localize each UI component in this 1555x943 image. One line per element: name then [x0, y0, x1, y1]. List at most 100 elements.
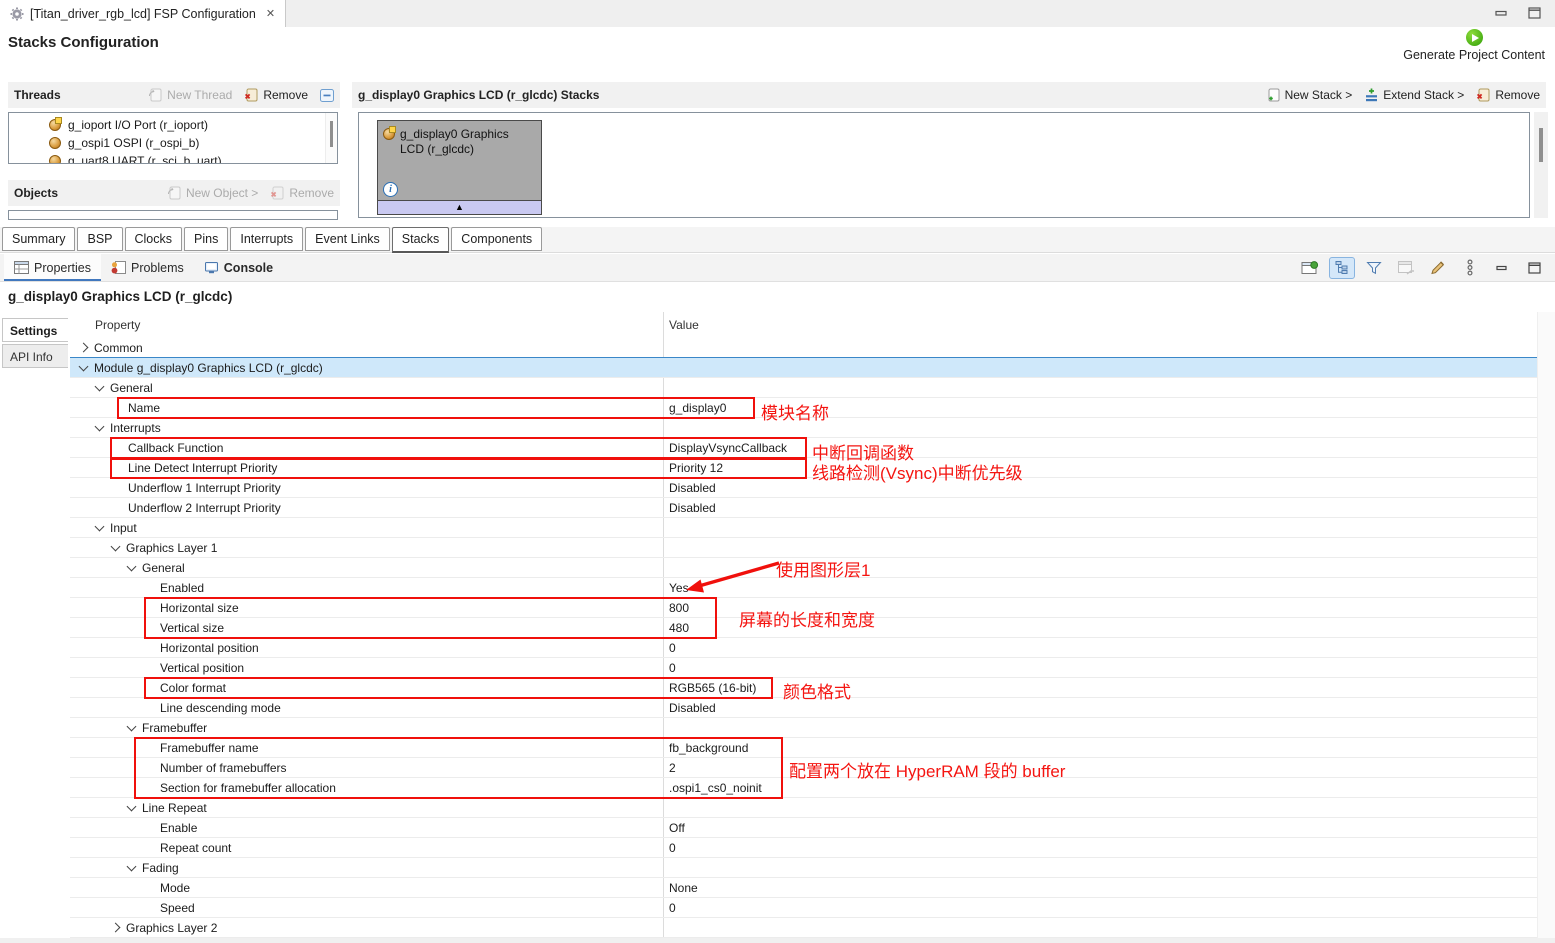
property-row[interactable]: Graphics Layer 2	[70, 918, 1537, 938]
maximize-icon[interactable]	[1528, 7, 1541, 19]
property-value[interactable]: Disabled	[669, 701, 716, 715]
property-row[interactable]: Callback FunctionDisplayVsyncCallback	[70, 438, 1537, 458]
property-row[interactable]: Number of framebuffers2	[70, 758, 1537, 778]
property-value[interactable]: 0	[669, 841, 676, 855]
property-value[interactable]: g_display0	[669, 401, 726, 415]
tab-stacks[interactable]: Stacks	[392, 227, 450, 253]
property-row[interactable]: Graphics Layer 1	[70, 538, 1537, 558]
maximize-view-icon[interactable]	[1521, 257, 1547, 279]
thread-list-item[interactable]: g_ospi1 OSPI (r_ospi_b)	[9, 134, 337, 152]
property-row[interactable]: Horizontal size800	[70, 598, 1537, 618]
expand-arrow-icon[interactable]	[79, 343, 89, 353]
tab-bsp[interactable]: BSP	[77, 227, 122, 251]
property-value[interactable]: .ospi1_cs0_noinit	[669, 781, 762, 795]
remove-object-button[interactable]: Remove	[270, 186, 334, 200]
minimize-view-icon[interactable]	[1489, 257, 1515, 279]
property-row[interactable]: EnabledYes	[70, 578, 1537, 598]
tab-pins[interactable]: Pins	[184, 227, 228, 251]
property-row[interactable]: Framebuffer	[70, 718, 1537, 738]
expand-arrow-icon[interactable]	[111, 923, 121, 933]
property-row[interactable]: Underflow 2 Interrupt PriorityDisabled	[70, 498, 1537, 518]
collapse-arrow-icon[interactable]	[127, 802, 137, 812]
remove-thread-button[interactable]: Remove	[244, 88, 308, 102]
collapse-arrow-icon[interactable]	[95, 522, 105, 532]
collapse-arrow-icon[interactable]	[127, 562, 137, 572]
property-value[interactable]: fb_background	[669, 741, 748, 755]
property-value[interactable]: RGB565 (16-bit)	[669, 681, 756, 695]
generate-project-content-button[interactable]: Generate Project Content	[1403, 29, 1545, 62]
property-row[interactable]: General	[70, 558, 1537, 578]
property-row[interactable]: Framebuffer namefb_background	[70, 738, 1537, 758]
collapse-arrow-icon[interactable]	[127, 722, 137, 732]
property-value[interactable]: 800	[669, 601, 689, 615]
tab-summary[interactable]: Summary	[2, 227, 75, 251]
threads-scrollbar[interactable]	[325, 113, 337, 163]
property-row[interactable]: Vertical size480	[70, 618, 1537, 638]
tab-interrupts[interactable]: Interrupts	[230, 227, 303, 251]
property-row[interactable]: Common	[70, 338, 1537, 358]
close-icon[interactable]: ✕	[266, 7, 275, 20]
property-value[interactable]: Disabled	[669, 501, 716, 515]
property-row[interactable]: Line descending modeDisabled	[70, 698, 1537, 718]
property-value[interactable]: 0	[669, 661, 676, 675]
property-row[interactable]: Nameg_display0	[70, 398, 1537, 418]
property-row[interactable]: Vertical position0	[70, 658, 1537, 678]
tab-event-links[interactable]: Event Links	[305, 227, 390, 251]
stacks-scrollbar[interactable]	[1534, 112, 1548, 218]
collapse-arrow-icon[interactable]	[127, 862, 137, 872]
view-menu-icon[interactable]	[1457, 257, 1483, 279]
property-row[interactable]: Underflow 1 Interrupt PriorityDisabled	[70, 478, 1537, 498]
property-value[interactable]: Off	[669, 821, 685, 835]
remove-stack-button[interactable]: Remove	[1476, 88, 1540, 102]
collapse-arrow-icon[interactable]	[79, 362, 89, 372]
property-value[interactable]: Disabled	[669, 481, 716, 495]
property-row[interactable]: General	[70, 378, 1537, 398]
property-row[interactable]: Section for framebuffer allocation.ospi1…	[70, 778, 1537, 798]
thread-list-item[interactable]: g_uart8 UART (r_sci_b_uart)	[9, 152, 337, 164]
card-anchor-strip[interactable]: ▲	[378, 200, 541, 214]
stack-module-card[interactable]: g_display0 Graphics LCD (r_glcdc) i ▲	[377, 120, 542, 215]
tab-properties[interactable]: Properties	[4, 254, 101, 281]
property-row[interactable]: Fading	[70, 858, 1537, 878]
pen-icon[interactable]	[1425, 257, 1451, 279]
property-value[interactable]: 2	[669, 761, 676, 775]
collapse-arrow-icon[interactable]	[95, 382, 105, 392]
minimize-icon[interactable]	[1495, 8, 1508, 18]
property-value[interactable]: None	[669, 881, 698, 895]
thread-list-item[interactable]: g_ioport I/O Port (r_ioport)	[9, 116, 337, 134]
collapse-arrow-icon[interactable]	[111, 542, 121, 552]
collapse-panel-icon[interactable]	[320, 89, 334, 102]
pin-view-icon[interactable]	[1297, 257, 1323, 279]
property-row[interactable]: Speed0	[70, 898, 1537, 918]
property-row[interactable]: EnableOff	[70, 818, 1537, 838]
property-value[interactable]: 480	[669, 621, 689, 635]
property-value[interactable]: 0	[669, 901, 676, 915]
property-row[interactable]: Input	[70, 518, 1537, 538]
property-row[interactable]: ModeNone	[70, 878, 1537, 898]
property-row[interactable]: Line Detect Interrupt PriorityPriority 1…	[70, 458, 1537, 478]
property-value[interactable]: 0	[669, 641, 676, 655]
property-value[interactable]: Yes	[669, 581, 689, 595]
filter-icon[interactable]	[1361, 257, 1387, 279]
properties-scrollbar[interactable]	[1537, 312, 1555, 938]
extend-stack-button[interactable]: Extend Stack >	[1364, 88, 1464, 102]
property-row[interactable]: Color formatRGB565 (16-bit)	[70, 678, 1537, 698]
new-stack-button[interactable]: New Stack >	[1266, 88, 1353, 102]
tree-view-icon[interactable]	[1329, 257, 1355, 279]
tab-components[interactable]: Components	[451, 227, 542, 251]
collapse-arrow-icon[interactable]	[95, 422, 105, 432]
property-row[interactable]: Repeat count0	[70, 838, 1537, 858]
tab-problems[interactable]: Problems	[101, 254, 194, 281]
property-row[interactable]: Horizontal position0	[70, 638, 1537, 658]
property-value[interactable]: DisplayVsyncCallback	[669, 441, 787, 455]
linked-table-icon[interactable]	[1393, 257, 1419, 279]
tab-console[interactable]: Console	[194, 254, 283, 281]
tab-settings[interactable]: Settings	[2, 318, 68, 342]
property-row[interactable]: Line Repeat	[70, 798, 1537, 818]
tab-api-info[interactable]: API Info	[2, 344, 68, 368]
new-thread-button[interactable]: New Thread	[148, 88, 232, 102]
property-value[interactable]: Priority 12	[669, 461, 723, 475]
property-row[interactable]: Interrupts	[70, 418, 1537, 438]
editor-tab-fsp-configuration[interactable]: [Titan_driver_rgb_lcd] FSP Configuration…	[0, 0, 286, 27]
info-icon[interactable]: i	[383, 182, 398, 197]
